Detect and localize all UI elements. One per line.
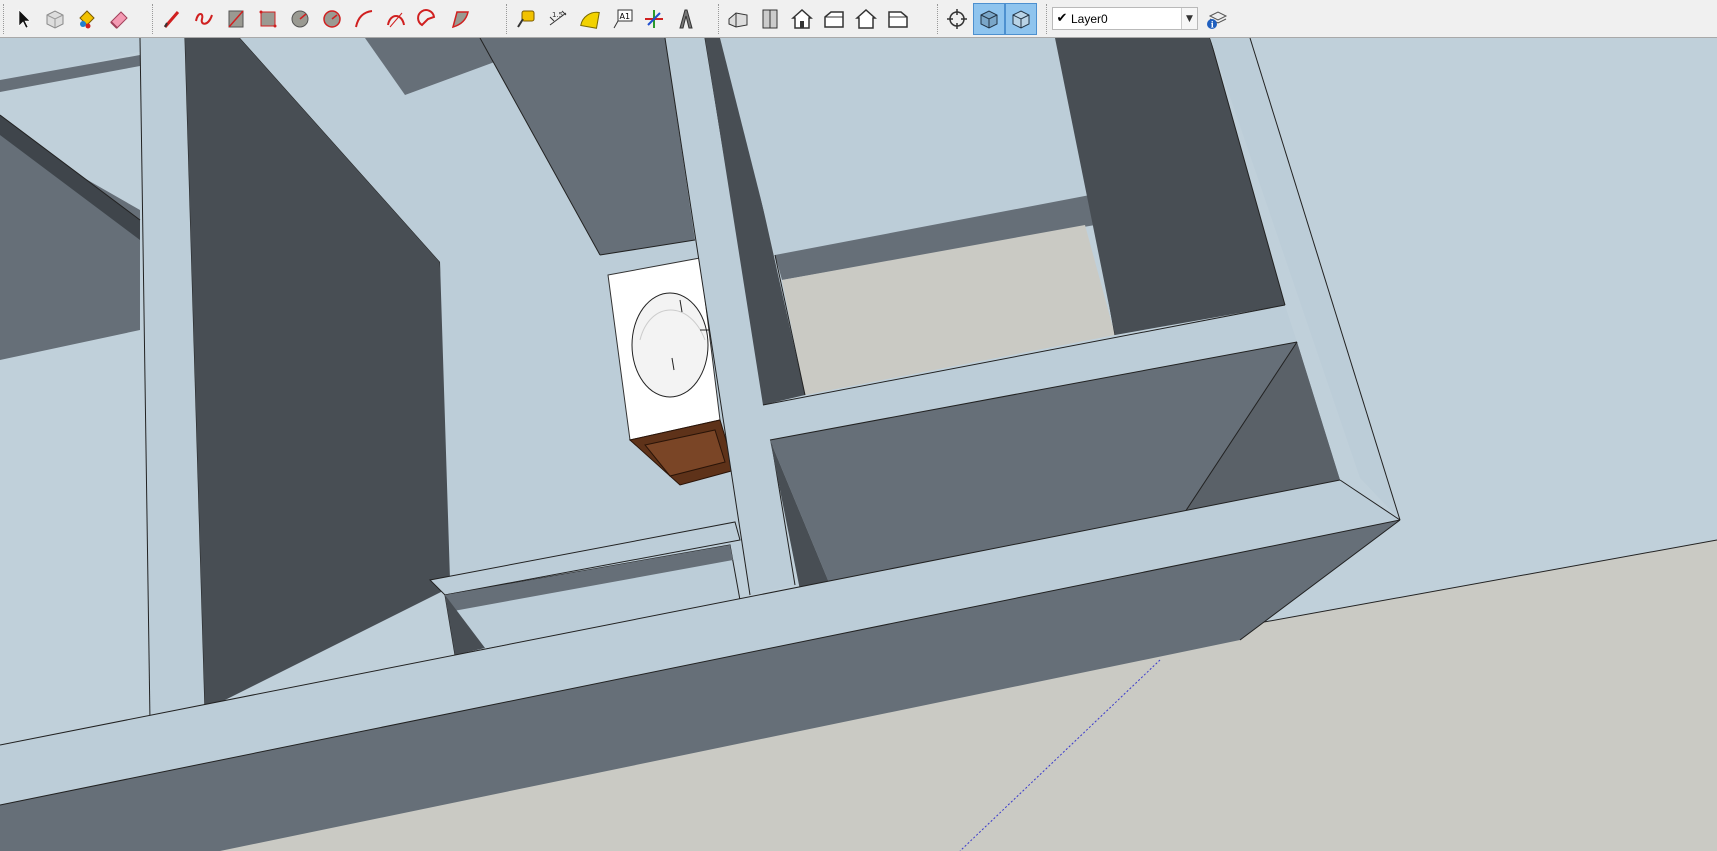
layer-manager-button[interactable]: i bbox=[1200, 3, 1232, 35]
circle-icon bbox=[291, 10, 309, 28]
current-layer-name: Layer0 bbox=[1071, 11, 1108, 26]
rectangle-tool-button[interactable] bbox=[220, 3, 252, 35]
toolbar: 1.5 A1 ✔ Layer0 ▼ i bbox=[0, 0, 1717, 38]
make-component-button[interactable] bbox=[39, 3, 71, 35]
circle-tool-button[interactable] bbox=[284, 3, 316, 35]
top-view-icon bbox=[762, 9, 778, 29]
arc-tool-button[interactable] bbox=[348, 3, 380, 35]
protractor-button[interactable] bbox=[574, 3, 606, 35]
pie-tool-button[interactable] bbox=[412, 3, 444, 35]
rectangle-icon bbox=[228, 10, 244, 28]
two-point-arc-button[interactable] bbox=[380, 3, 412, 35]
shaded-box-icon bbox=[980, 10, 998, 29]
freehand-curve-icon bbox=[195, 13, 213, 25]
wireframe-button[interactable] bbox=[1005, 3, 1037, 35]
select-tool-button[interactable] bbox=[7, 3, 39, 35]
3d-text-button[interactable] bbox=[670, 3, 702, 35]
basin-sphere[interactable] bbox=[631, 292, 709, 398]
polygon-tool-button[interactable] bbox=[316, 3, 348, 35]
xray-button[interactable] bbox=[941, 3, 973, 35]
paint-bucket-icon bbox=[79, 10, 95, 29]
pencil-icon bbox=[163, 11, 180, 28]
rotated-rectangle-icon bbox=[259, 10, 277, 28]
text-label-icon: A1 bbox=[613, 9, 633, 29]
three-point-arc-button[interactable] bbox=[444, 3, 476, 35]
right-house-icon bbox=[824, 11, 844, 28]
eraser-icon bbox=[110, 11, 128, 29]
back-edges-button[interactable] bbox=[973, 3, 1005, 35]
axes-tool-button[interactable] bbox=[638, 3, 670, 35]
arc-icon bbox=[355, 10, 373, 28]
3d-scene[interactable] bbox=[0, 38, 1717, 851]
layer-dropdown[interactable]: ✔ Layer0 ▼ bbox=[1052, 7, 1198, 30]
svg-text:1.5: 1.5 bbox=[552, 11, 563, 19]
layers-info-icon: i bbox=[1207, 11, 1228, 30]
left-view-button[interactable] bbox=[882, 3, 914, 35]
line-tool-button[interactable] bbox=[156, 3, 188, 35]
three-point-arc-icon bbox=[451, 11, 469, 29]
toolbar-grip[interactable] bbox=[1046, 4, 1049, 34]
top-view-button[interactable] bbox=[754, 3, 786, 35]
freehand-tool-button[interactable] bbox=[188, 3, 220, 35]
tape-measure-button[interactable] bbox=[510, 3, 542, 35]
rotated-rectangle-button[interactable] bbox=[252, 3, 284, 35]
arrow-cursor-icon bbox=[18, 9, 31, 29]
layer-visible-check: ✔ bbox=[1056, 11, 1068, 26]
toolbar-grip[interactable] bbox=[937, 4, 940, 34]
toolbar-grip[interactable] bbox=[506, 4, 509, 34]
text-tool-button[interactable]: A1 bbox=[606, 3, 638, 35]
iso-house-icon bbox=[728, 12, 748, 28]
protractor-icon bbox=[580, 11, 600, 29]
front-house-icon bbox=[791, 8, 813, 29]
axes-icon bbox=[645, 10, 663, 28]
paint-bucket-button[interactable] bbox=[71, 3, 103, 35]
iso-view-button[interactable] bbox=[722, 3, 754, 35]
shaded-textured-box-icon bbox=[1012, 10, 1030, 29]
back-view-button[interactable] bbox=[850, 3, 882, 35]
left-house-icon bbox=[888, 11, 908, 28]
component-box-icon bbox=[46, 10, 64, 29]
back-house-icon bbox=[855, 8, 877, 29]
svg-text:A1: A1 bbox=[620, 12, 631, 21]
3d-text-icon bbox=[679, 9, 693, 29]
svg-text:i: i bbox=[1211, 20, 1214, 30]
polygon-icon bbox=[323, 10, 341, 28]
toolbar-grip[interactable] bbox=[152, 4, 155, 34]
model-viewport[interactable] bbox=[0, 38, 1717, 851]
right-view-button[interactable] bbox=[818, 3, 850, 35]
two-point-arc-icon bbox=[387, 12, 405, 28]
chevron-down-icon[interactable]: ▼ bbox=[1181, 8, 1197, 29]
crosshair-icon bbox=[947, 9, 967, 29]
toolbar-grip[interactable] bbox=[718, 4, 721, 34]
dimension-icon: 1.5 bbox=[549, 10, 567, 26]
dimension-tool-button[interactable]: 1.5 bbox=[542, 3, 574, 35]
pie-icon bbox=[417, 9, 436, 27]
eraser-button[interactable] bbox=[103, 3, 135, 35]
toolbar-grip[interactable] bbox=[3, 4, 6, 34]
front-view-button[interactable] bbox=[786, 3, 818, 35]
tape-measure-icon bbox=[517, 10, 535, 28]
